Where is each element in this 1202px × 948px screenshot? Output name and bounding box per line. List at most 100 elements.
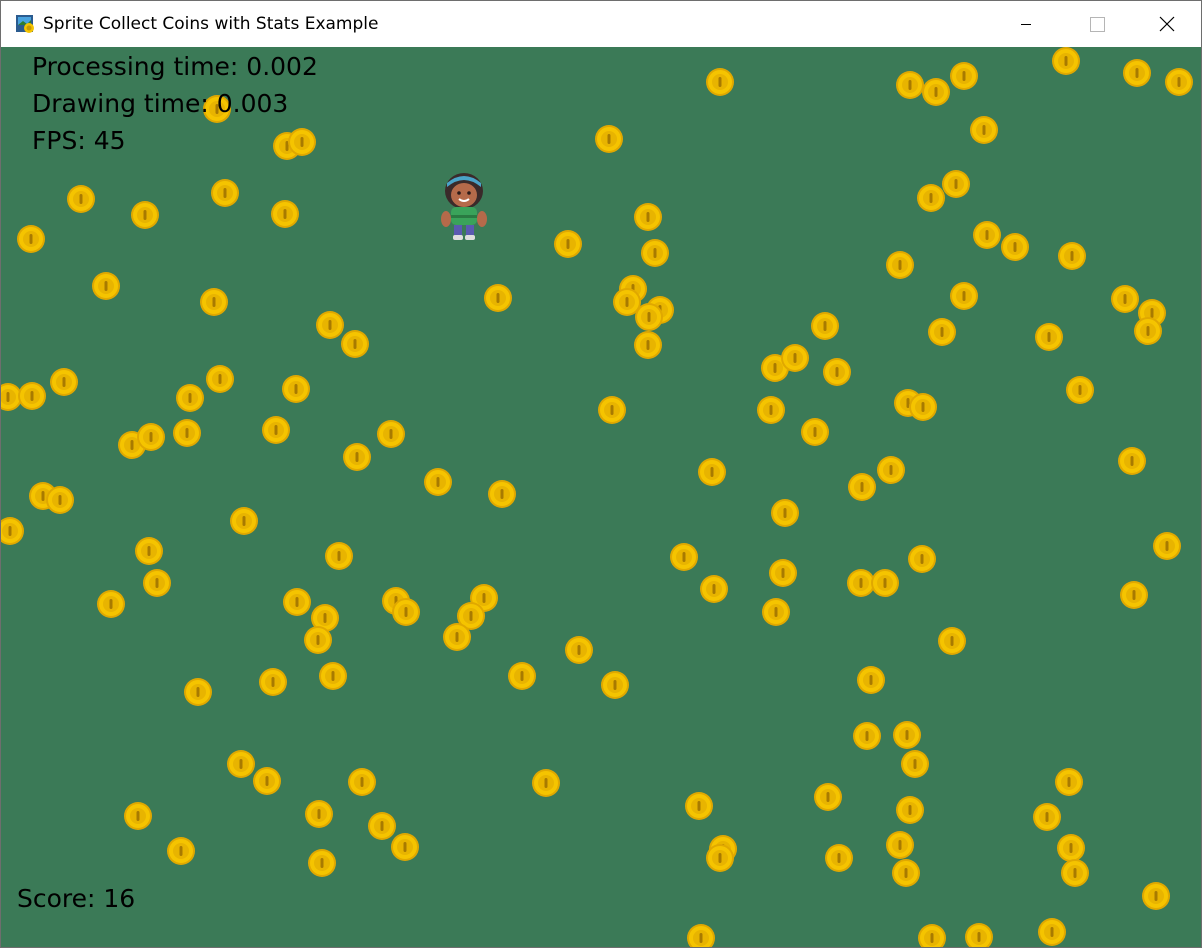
coin-icon	[304, 626, 332, 654]
coin-icon	[892, 859, 920, 887]
coin-icon	[896, 71, 924, 99]
coin-icon	[871, 569, 899, 597]
coin-icon	[325, 542, 353, 570]
fps-label: FPS: 45	[32, 126, 126, 155]
coin-icon	[173, 419, 201, 447]
coin-icon	[706, 68, 734, 96]
coin-icon	[135, 537, 163, 565]
coin-icon	[1165, 68, 1193, 96]
coin-icon	[308, 849, 336, 877]
coin-icon	[1153, 532, 1181, 560]
coin-icon	[1111, 285, 1139, 313]
coin-icon	[942, 170, 970, 198]
coin-icon	[901, 750, 929, 778]
coin-icon	[282, 375, 310, 403]
coin-icon	[814, 783, 842, 811]
coin-icon	[595, 125, 623, 153]
coin-icon	[825, 844, 853, 872]
processing-time-label: Processing time: 0.002	[32, 52, 318, 81]
coin-icon	[1035, 323, 1063, 351]
coin-icon	[124, 802, 152, 830]
coin-icon	[965, 923, 993, 947]
coin-icon	[896, 796, 924, 824]
coin-icon	[391, 833, 419, 861]
close-icon	[1159, 16, 1175, 32]
coin-icon	[938, 627, 966, 655]
coin-icon	[950, 282, 978, 310]
minimize-button[interactable]	[991, 1, 1061, 47]
coin-icon	[973, 221, 1001, 249]
coin-icon	[97, 590, 125, 618]
coin-icon	[823, 358, 851, 386]
title-bar[interactable]: Sprite Collect Coins with Stats Example	[1, 1, 1201, 47]
coin-icon	[18, 382, 46, 410]
coin-icon	[1120, 581, 1148, 609]
coin-icon	[601, 671, 629, 699]
coin-icon	[769, 559, 797, 587]
coin-field	[1, 47, 1193, 947]
coin-icon	[271, 200, 299, 228]
coin-icon	[1057, 834, 1085, 862]
minimize-icon	[1021, 24, 1031, 25]
coin-icon	[424, 468, 452, 496]
coin-icon	[67, 185, 95, 213]
coin-icon	[857, 666, 885, 694]
coin-icon	[305, 800, 333, 828]
coin-icon	[1066, 376, 1094, 404]
coin-icon	[634, 331, 662, 359]
maximize-button[interactable]	[1061, 1, 1131, 47]
coin-icon	[17, 225, 45, 253]
coin-icon	[554, 230, 582, 258]
drawing-time-label: Drawing time: 0.003	[32, 89, 289, 118]
coin-icon	[206, 365, 234, 393]
coin-icon	[634, 203, 662, 231]
coin-icon	[1033, 803, 1061, 831]
coin-icon	[259, 668, 287, 696]
coin-icon	[598, 396, 626, 424]
coin-icon	[253, 767, 281, 795]
coin-icon	[316, 311, 344, 339]
coin-icon	[909, 393, 937, 421]
coin-icon	[641, 239, 669, 267]
python-arcade-icon	[16, 15, 34, 33]
coin-icon	[1001, 233, 1029, 261]
coin-icon	[92, 272, 120, 300]
coin-icon	[1038, 918, 1066, 946]
coin-icon	[1055, 768, 1083, 796]
coin-icon	[211, 179, 239, 207]
coin-icon	[847, 569, 875, 597]
coin-icon	[685, 792, 713, 820]
coin-icon	[1123, 59, 1151, 87]
coin-icon	[928, 318, 956, 346]
coin-icon	[377, 420, 405, 448]
coin-icon	[698, 458, 726, 486]
coin-icon	[131, 201, 159, 229]
coin-icon	[341, 330, 369, 358]
game-canvas[interactable]: Processing time: 0.002 Drawing time: 0.0…	[1, 47, 1201, 947]
close-button[interactable]	[1131, 1, 1201, 47]
coin-icon	[781, 344, 809, 372]
coin-icon	[176, 384, 204, 412]
coin-icon	[137, 423, 165, 451]
coin-icon	[368, 812, 396, 840]
coin-icon	[200, 288, 228, 316]
coin-icon	[848, 473, 876, 501]
coin-icon	[1052, 47, 1080, 75]
coin-icon	[1118, 447, 1146, 475]
coin-icon	[1142, 882, 1170, 910]
coin-icon	[1061, 859, 1089, 887]
coin-icon	[1, 517, 24, 545]
coin-icon	[348, 768, 376, 796]
player-sprite[interactable]	[437, 171, 491, 243]
coin-icon	[565, 636, 593, 664]
coin-icon	[392, 598, 420, 626]
coin-icon	[167, 837, 195, 865]
coin-icon	[970, 116, 998, 144]
coin-icon	[771, 499, 799, 527]
coin-icon	[319, 662, 347, 690]
coin-icon	[886, 251, 914, 279]
coin-icon	[230, 507, 258, 535]
window-title: Sprite Collect Coins with Stats Example	[43, 14, 379, 34]
coin-icon	[1134, 317, 1162, 345]
coin-icon	[757, 396, 785, 424]
